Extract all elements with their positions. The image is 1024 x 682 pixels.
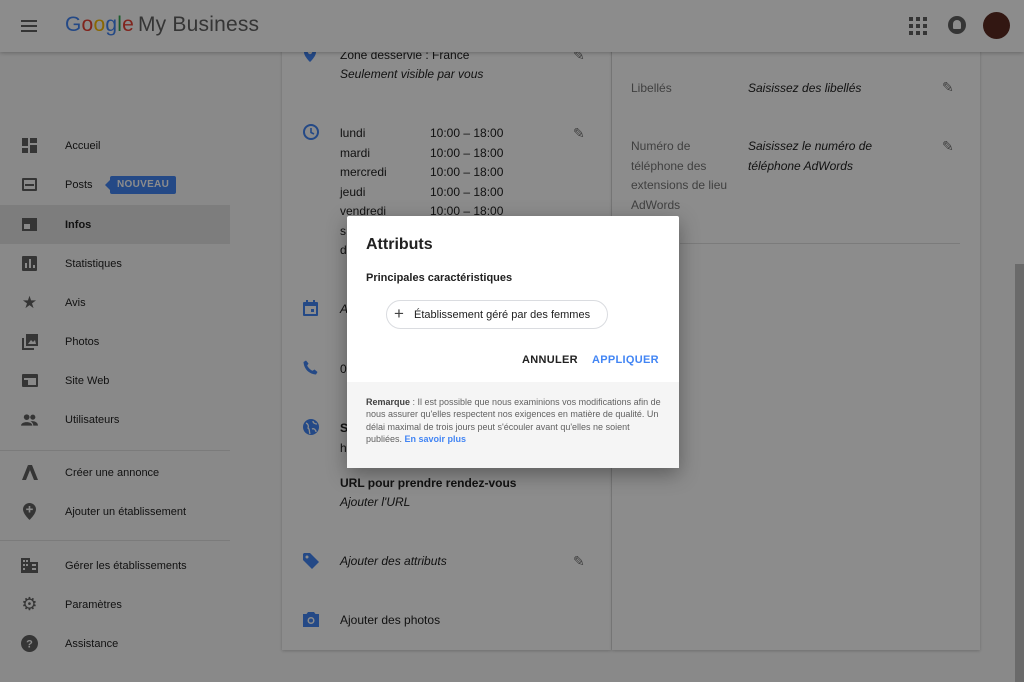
dialog-subtitle: Principales caractéristiques (366, 272, 513, 284)
review-note: Remarque : Il est possible que nous exam… (366, 396, 662, 445)
note-label: Remarque (366, 397, 411, 407)
apply-button[interactable]: APPLIQUER (592, 354, 659, 366)
plus-icon: + (394, 304, 404, 323)
dialog-footer: Remarque : Il est possible que nous exam… (347, 382, 679, 468)
attribute-chip-women-led[interactable]: + Établissement géré par des femmes (386, 300, 608, 329)
learn-more-link[interactable]: En savoir plus (405, 434, 467, 444)
attributes-dialog: Attributs Principales caractéristiques +… (347, 216, 679, 468)
dialog-title: Attributs (366, 236, 433, 253)
attribute-chip-label: Établissement géré par des femmes (414, 309, 591, 321)
cancel-button[interactable]: ANNULER (522, 354, 578, 366)
